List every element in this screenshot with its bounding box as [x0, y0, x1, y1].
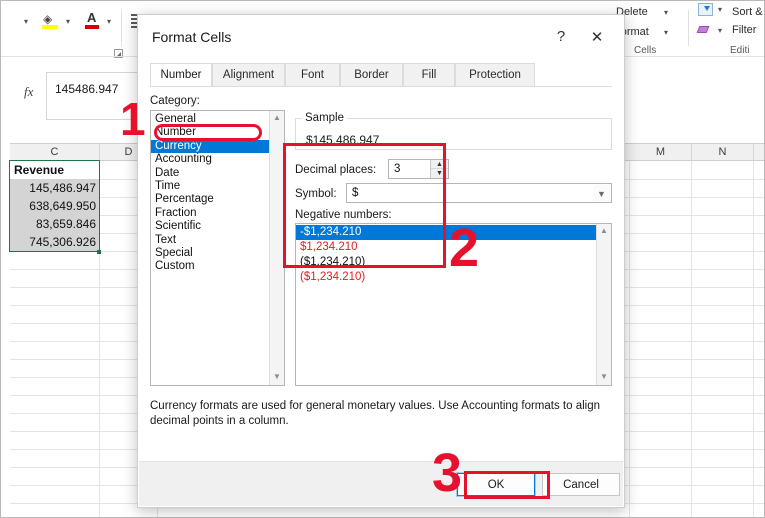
chevron-down-icon[interactable]: ▼	[270, 370, 284, 385]
dialog-tabs: Number Alignment Font Border Fill Protec…	[150, 63, 612, 88]
sample-label: Sample	[302, 112, 347, 124]
annotation-highlight-currency	[154, 124, 262, 141]
chevron-down-icon[interactable]: ▼	[593, 185, 610, 201]
annotation-highlight-options	[283, 143, 446, 268]
annotation-step-2: 2	[449, 218, 480, 278]
annotation-highlight-ok	[464, 471, 550, 499]
tab-alignment[interactable]: Alignment	[212, 63, 285, 87]
dialog-title: Format Cells	[152, 29, 232, 45]
annotation-step-3: 3	[432, 443, 463, 503]
tabs-underline	[150, 86, 612, 87]
close-icon[interactable]: ✕	[584, 27, 610, 49]
annotation-step-1: 1	[120, 93, 146, 145]
category-item-time[interactable]: Time	[151, 180, 269, 193]
tab-border[interactable]: Border	[340, 63, 403, 87]
category-listbox[interactable]: General Number Currency Accounting Date …	[150, 110, 285, 386]
chevron-up-icon[interactable]: ▲	[270, 111, 284, 126]
chevron-down-icon[interactable]: ▼	[597, 370, 611, 385]
category-label: Category:	[150, 95, 200, 107]
category-item-accounting[interactable]: Accounting	[151, 153, 269, 166]
category-item-date[interactable]: Date	[151, 167, 269, 180]
category-item-currency[interactable]: Currency	[151, 139, 269, 154]
cancel-button[interactable]: Cancel	[542, 473, 620, 496]
tab-fill[interactable]: Fill	[403, 63, 455, 87]
category-item-text[interactable]: Text	[151, 234, 269, 247]
category-item-percentage[interactable]: Percentage	[151, 193, 269, 206]
tab-number[interactable]: Number	[150, 63, 212, 88]
negative-numbers-scrollbar[interactable]: ▲ ▼	[596, 224, 611, 385]
help-icon[interactable]: ?	[550, 27, 572, 49]
category-item-fraction[interactable]: Fraction	[151, 207, 269, 220]
tab-font[interactable]: Font	[285, 63, 340, 87]
category-item-custom[interactable]: Custom	[151, 260, 269, 273]
format-description: Currency formats are used for general mo…	[150, 400, 600, 427]
category-item-scientific[interactable]: Scientific	[151, 220, 269, 233]
negative-format-option-4[interactable]: ($1,234.210)	[296, 270, 596, 285]
category-scrollbar[interactable]: ▲ ▼	[269, 111, 284, 385]
tab-protection[interactable]: Protection	[455, 63, 535, 87]
chevron-up-icon[interactable]: ▲	[597, 224, 611, 239]
category-item-special[interactable]: Special	[151, 247, 269, 260]
dialog-button-bar: OK Cancel	[139, 461, 623, 506]
